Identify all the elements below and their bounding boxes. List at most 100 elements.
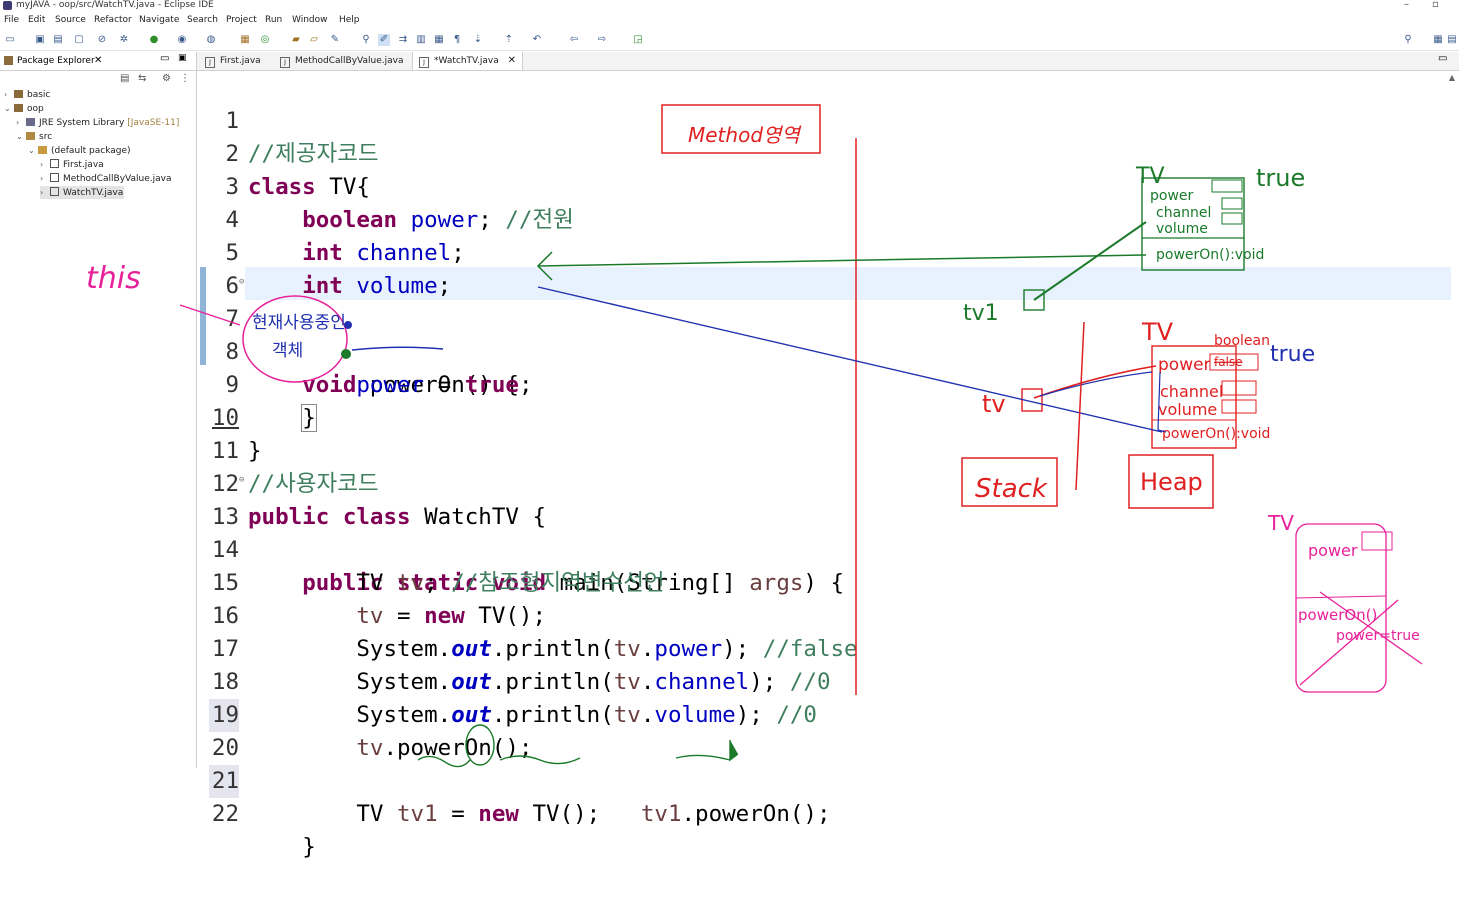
menu-navigate[interactable]: Navigate [139,15,179,25]
word-wrap-icon[interactable]: ⇉ [397,34,409,46]
package-explorer-icon [4,56,13,65]
minimize-icon[interactable]: – [1404,0,1409,10]
code-line: 18 System.out.println(tv.volume); //0 [211,669,817,728]
code-line: 11 //사용자코드 [211,438,379,497]
chevron-right-icon[interactable]: › [40,186,50,199]
chevron-right-icon[interactable]: › [16,116,26,129]
maximize-view-icon[interactable]: ▣ [178,53,187,63]
open-type-icon[interactable]: ▰ [290,34,302,46]
open-folder-icon[interactable]: ▱ [308,34,320,46]
run-icon[interactable]: ● [148,34,160,46]
next-annotation-icon[interactable]: ⇣ [472,34,484,46]
link-editor-icon[interactable]: ⇆ [138,73,146,84]
chevron-down-icon[interactable]: ⌄ [28,144,38,157]
chevron-down-icon[interactable]: ⌄ [4,102,14,115]
save-all-icon[interactable]: ▤ [52,34,64,46]
tree-item-watchtv-java[interactable]: › WatchTV.java [40,186,124,199]
prev-annotation-icon[interactable]: ⇡ [503,34,515,46]
code-line: 6 [225,273,239,299]
tabs-bar: Package Explorer ✕ ▭ ▣ J First.java J Meth… [0,52,1459,71]
terminal-icon[interactable]: ▢ [73,34,85,46]
search-tool-icon[interactable]: ✎ [329,34,341,46]
eclipse-icon [3,1,12,10]
close-icon[interactable]: ✕ [508,55,516,66]
save-icon[interactable]: ▣ [34,34,46,46]
tab-watchtv-java[interactable]: J *WatchTV.java ✕ [412,52,523,70]
fold-icon[interactable]: ⊖ [239,266,244,299]
filter-icon[interactable]: ⚙ [162,73,171,84]
tree-item-oop[interactable]: ⌄ oop [4,102,44,115]
perspective-icon[interactable]: ▦ [1432,34,1444,46]
new-package-icon[interactable]: ▦ [239,34,251,46]
chevron-down-icon[interactable]: ⌄ [16,130,26,143]
package-icon [38,146,47,154]
pin-icon[interactable]: ⚲ [360,34,372,46]
new-icon[interactable]: ▭ [4,34,16,46]
source-folder-icon [26,132,35,140]
tree-item-src[interactable]: ⌄ src [16,130,52,143]
menu-bar: File Edit Source Refactor Navigate Searc… [0,12,1459,29]
code-line: 2 class TV{ [225,141,370,200]
code-line: 7 ⊖ void powerOn() { [197,270,1447,398]
minimize-view-icon[interactable]: ▭ [160,53,169,64]
package-explorer: ▤ ⇆ ⚙ ⋮ › basic ⌄ oop › JRE System Library … [0,71,197,768]
collapse-all-icon[interactable]: ▤ [120,73,129,84]
code-line: 13 ⊖ public static void main(String[] ar… [197,468,1447,596]
menu-run[interactable]: Run [265,15,282,25]
search-icon[interactable]: ⚲ [1402,34,1414,46]
coverage-icon[interactable]: ◉ [176,34,188,46]
menu-help[interactable]: Help [339,15,360,25]
menu-window[interactable]: Window [292,15,328,25]
block-select-icon[interactable]: ▥ [415,34,427,46]
tab-first-java[interactable]: J First.java [199,52,267,70]
code-line: 21 TV tv1 = new TV(); tv1.powerOn(); [197,732,1447,827]
menu-refactor[interactable]: Refactor [94,15,132,25]
chevron-right-icon[interactable]: › [40,172,50,185]
java-perspective-icon[interactable]: ▤ [1446,34,1458,46]
chevron-right-icon[interactable]: › [4,88,14,101]
code-line: 9 } [225,372,317,432]
minimize-editor-icon[interactable]: ▭ [1438,53,1447,64]
close-icon[interactable]: ✕ [94,55,102,66]
tab-methodcallbyvalue-java[interactable]: J MethodCallByValue.java [274,52,410,70]
title-bar: myJAVA - oop/src/WatchTV.java - Eclipse … [0,0,1459,12]
chevron-right-icon[interactable]: › [40,158,50,171]
tree-item-methodcallbyvalue-java[interactable]: › MethodCallByValue.java [40,172,172,185]
menu-search[interactable]: Search [187,15,218,25]
external-tools-icon[interactable]: ◍ [205,34,217,46]
debug-icon[interactable]: ✲ [118,34,130,46]
pin-editor-icon[interactable]: ◲ [632,34,644,46]
forward-icon[interactable]: ⇨ [596,34,608,46]
code-line: 19 tv.powerOn(); [197,666,1447,761]
window-title: myJAVA - oop/src/WatchTV.java - Eclipse … [16,0,214,10]
tree-item-jre[interactable]: › JRE System Library [JavaSE-11] [16,116,179,129]
code-line: 5 int volume; [225,240,452,299]
code-line: 4 int channel; [225,207,465,266]
maximize-icon[interactable]: ▫ [1432,0,1439,10]
java-file-icon: J [205,57,215,68]
code-line: 15 tv = new TV(); [211,570,547,629]
pilcrow-icon[interactable]: ¶ [451,34,463,46]
menu-project[interactable]: Project [226,15,257,25]
tree-item-default-package[interactable]: ⌄ (default package) [28,144,131,157]
package-explorer-tab[interactable]: Package Explorer ✕ ▭ ▣ [0,52,197,70]
back-icon[interactable]: ⇦ [568,34,580,46]
tree-item-first-java[interactable]: › First.java [40,158,104,171]
fold-icon[interactable]: ⊖ [239,464,244,497]
scroll-up-icon[interactable]: ▲ [1449,73,1455,82]
menu-source[interactable]: Source [55,15,86,25]
skip-breakpoints-icon[interactable]: ⊘ [96,34,108,46]
mark-occurrences-icon[interactable]: ✐ [378,34,390,46]
code-editor[interactable]: ▲ 1 //제공자코드 2 class TV{ 3 boolean power;… [197,71,1459,860]
code-line: 22 } [211,801,316,860]
java-file-icon: J [280,57,290,68]
menu-file[interactable]: File [4,15,19,25]
show-whitespace-icon[interactable]: ▦ [433,34,445,46]
menu-edit[interactable]: Edit [28,15,45,25]
new-class-icon[interactable]: ◎ [259,34,271,46]
tree-item-basic[interactable]: › basic [4,88,50,101]
last-edit-icon[interactable]: ↶ [531,34,543,46]
view-menu-icon[interactable]: ⋮ [180,73,190,84]
library-icon [26,118,35,126]
project-icon [14,90,23,98]
